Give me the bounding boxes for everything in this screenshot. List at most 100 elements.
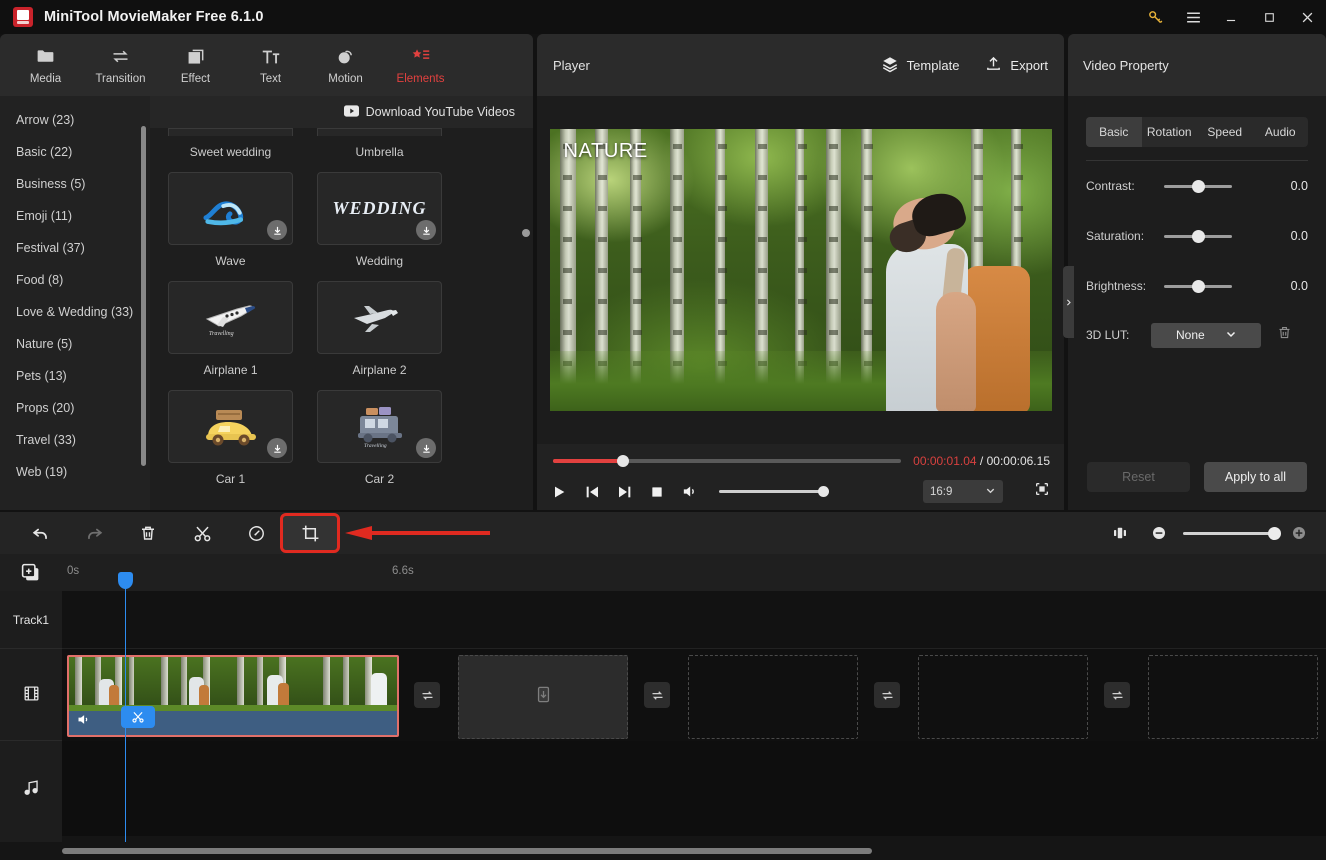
zoom-knob[interactable] <box>1268 526 1281 540</box>
zoom-slider[interactable] <box>1183 526 1281 540</box>
media-slot[interactable] <box>918 655 1088 739</box>
download-icon[interactable] <box>416 438 436 458</box>
clip-mute-speaker-icon[interactable] <box>76 712 91 732</box>
split-button[interactable] <box>175 516 229 550</box>
download-icon[interactable] <box>267 438 287 458</box>
lut-delete-trash-icon[interactable] <box>1277 325 1292 345</box>
transition-slot-button[interactable] <box>1104 682 1130 708</box>
ribbon-tab-media[interactable]: Media <box>8 36 83 94</box>
volume-slider[interactable] <box>719 486 829 497</box>
category-festival[interactable]: Festival (37) <box>0 232 150 264</box>
transition-slot-button[interactable] <box>414 682 440 708</box>
element-cell-car-1[interactable]: Car 1 <box>168 390 293 499</box>
element-cell-wave[interactable]: Wave <box>168 172 293 281</box>
element-cell-airplane-1[interactable]: Travelling Airplane 1 <box>168 281 293 390</box>
category-food[interactable]: Food (8) <box>0 264 150 296</box>
category-nature[interactable]: Nature (5) <box>0 328 150 360</box>
fullscreen-icon[interactable] <box>1034 481 1050 502</box>
category-props[interactable]: Props (20) <box>0 392 150 424</box>
zoom-in-button[interactable] <box>1286 516 1312 550</box>
apply-to-all-button[interactable]: Apply to all <box>1204 462 1307 492</box>
seek-slider[interactable] <box>553 455 902 467</box>
ribbon-tab-effect[interactable]: Effect <box>158 36 233 94</box>
download-icon[interactable] <box>416 220 436 240</box>
reset-button[interactable]: Reset <box>1087 462 1190 492</box>
ribbon-tab-text[interactable]: Text <box>233 36 308 94</box>
skip-back-icon[interactable] <box>584 484 600 500</box>
category-web[interactable]: Web (19) <box>0 456 150 488</box>
transition-slot-button[interactable] <box>874 682 900 708</box>
element-thumb[interactable]: WEDDING <box>317 172 442 245</box>
menu-icon[interactable] <box>1174 0 1212 34</box>
speed-button[interactable] <box>229 516 283 550</box>
audio-lane[interactable] <box>62 741 1326 836</box>
category-pets[interactable]: Pets (13) <box>0 360 150 392</box>
element-cell-car-2[interactable]: Travelling Car 2 <box>317 390 442 499</box>
brightness-knob[interactable] <box>1191 279 1205 293</box>
close-icon[interactable] <box>1288 0 1326 34</box>
download-youtube-bar[interactable]: Download YouTube Videos <box>150 96 533 128</box>
speaker-icon[interactable] <box>681 483 698 500</box>
category-business[interactable]: Business (5) <box>0 168 150 200</box>
element-cell[interactable]: Umbrella <box>317 128 442 172</box>
ribbon-tab-transition[interactable]: Transition <box>83 36 158 94</box>
seek-knob[interactable] <box>616 455 629 467</box>
ribbon-tab-motion[interactable]: Motion <box>308 36 383 94</box>
tab-audio[interactable]: Audio <box>1253 117 1309 147</box>
transition-slot-button[interactable] <box>644 682 670 708</box>
element-thumb[interactable] <box>168 390 293 463</box>
aspect-ratio-select[interactable]: 16:9 <box>923 480 1003 503</box>
crop-button[interactable] <box>280 513 340 553</box>
contrast-slider[interactable] <box>1164 179 1232 193</box>
export-button[interactable]: Export <box>985 55 1048 75</box>
element-cell[interactable]: Sweet wedding <box>168 128 293 172</box>
skip-forward-icon[interactable] <box>617 484 633 500</box>
media-slot[interactable] <box>1148 655 1318 739</box>
stop-icon[interactable] <box>650 485 664 499</box>
zoom-out-button[interactable] <box>1146 516 1172 550</box>
contrast-knob[interactable] <box>1191 179 1205 193</box>
timeline-horizontal-scrollbar[interactable] <box>62 848 872 854</box>
video-lane[interactable] <box>62 649 1326 741</box>
element-thumb[interactable]: Travelling <box>168 281 293 354</box>
media-slot[interactable] <box>458 655 628 739</box>
track-header-audio[interactable] <box>0 741 62 836</box>
minimize-icon[interactable] <box>1212 0 1250 34</box>
lut-select[interactable]: None <box>1151 322 1262 348</box>
element-cell-wedding[interactable]: WEDDING Wedding <box>317 172 442 281</box>
undo-button[interactable] <box>13 516 67 550</box>
chevron-right-icon[interactable] <box>1063 266 1074 338</box>
tab-rotation[interactable]: Rotation <box>1142 117 1198 147</box>
saturation-slider[interactable] <box>1164 229 1232 243</box>
tab-basic[interactable]: Basic <box>1086 117 1142 147</box>
element-cell-airplane-2[interactable]: Airplane 2 <box>317 281 442 390</box>
ribbon-tab-elements[interactable]: Elements <box>383 36 458 94</box>
timeline-clip[interactable] <box>67 655 399 737</box>
fit-timeline-button[interactable] <box>1105 516 1135 550</box>
split-badge-scissors-icon[interactable] <box>121 706 155 728</box>
redo-button[interactable] <box>67 516 121 550</box>
playhead[interactable] <box>118 572 133 842</box>
maximize-icon[interactable] <box>1250 0 1288 34</box>
category-travel[interactable]: Travel (33) <box>0 424 150 456</box>
template-button[interactable]: Template <box>881 55 959 76</box>
element-thumb[interactable] <box>317 281 442 354</box>
category-arrow[interactable]: Arrow (23) <box>0 104 150 136</box>
download-icon[interactable] <box>267 220 287 240</box>
text-lane[interactable] <box>62 591 1326 649</box>
playhead-knob[interactable] <box>118 572 133 589</box>
track-header-video[interactable] <box>0 649 62 741</box>
category-love-wedding[interactable]: Love & Wedding (33) <box>0 296 150 328</box>
element-thumb[interactable]: Travelling <box>317 390 442 463</box>
timeline-ruler[interactable]: 0s 6.6s <box>0 554 1326 591</box>
category-scrollbar[interactable] <box>141 126 146 466</box>
key-icon[interactable] <box>1136 0 1174 34</box>
saturation-knob[interactable] <box>1191 229 1205 243</box>
category-basic[interactable]: Basic (22) <box>0 136 150 168</box>
elements-scrollbar[interactable] <box>522 229 530 237</box>
element-thumb[interactable] <box>168 172 293 245</box>
tab-speed[interactable]: Speed <box>1197 117 1253 147</box>
media-slot[interactable] <box>688 655 858 739</box>
volume-knob[interactable] <box>818 486 829 497</box>
track-header-text[interactable]: Track1 <box>0 591 62 649</box>
